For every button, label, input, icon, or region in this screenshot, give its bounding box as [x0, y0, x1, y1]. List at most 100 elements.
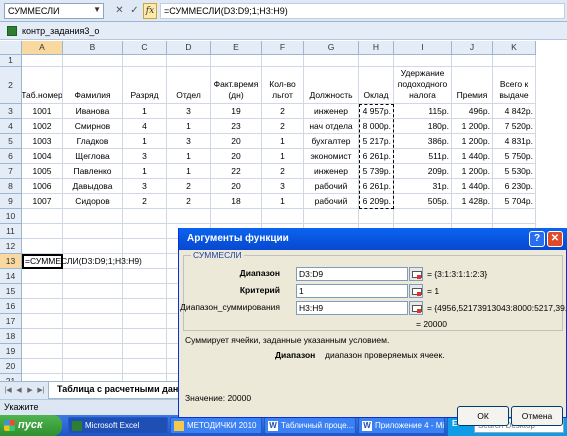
- cell-a18[interactable]: [22, 329, 63, 344]
- cell-a17[interactable]: [22, 314, 63, 329]
- cell-a11[interactable]: [22, 224, 63, 239]
- cell-b21[interactable]: [63, 374, 123, 381]
- table-header-cell[interactable]: Должность: [304, 67, 359, 104]
- table-cell[interactable]: 1: [167, 119, 211, 134]
- first-sheet-icon[interactable]: |◀: [3, 385, 13, 397]
- table-header-cell[interactable]: Фамилия: [63, 67, 123, 104]
- cell-c1[interactable]: [123, 55, 167, 67]
- table-cell[interactable]: бухгалтер: [304, 134, 359, 149]
- row-header-8[interactable]: 8: [0, 179, 22, 194]
- table-cell[interactable]: 1003: [22, 134, 63, 149]
- cell-k1[interactable]: [493, 55, 536, 67]
- cell-b14[interactable]: [63, 269, 123, 284]
- table-cell[interactable]: 1007: [22, 194, 63, 209]
- cell-g10[interactable]: [304, 209, 359, 224]
- row-header-13[interactable]: 13: [0, 254, 22, 269]
- column-header-e[interactable]: E: [211, 41, 262, 55]
- cell-a16[interactable]: [22, 299, 63, 314]
- cell-e10[interactable]: [211, 209, 262, 224]
- cell-a19[interactable]: [22, 344, 63, 359]
- table-cell[interactable]: 1006: [22, 179, 63, 194]
- table-header-cell[interactable]: Премия: [452, 67, 493, 104]
- table-cell[interactable]: 1 200р.: [452, 119, 493, 134]
- table-cell[interactable]: 511р.: [394, 149, 452, 164]
- table-cell[interactable]: 2: [262, 119, 304, 134]
- table-cell[interactable]: 5 739р.: [359, 164, 394, 179]
- table-cell[interactable]: 4: [123, 119, 167, 134]
- table-cell[interactable]: 1: [262, 149, 304, 164]
- table-cell[interactable]: 2: [167, 179, 211, 194]
- cell-c12[interactable]: [123, 239, 167, 254]
- table-cell[interactable]: 1: [123, 164, 167, 179]
- cell-a1[interactable]: [22, 55, 63, 67]
- taskbar-item-word-1[interactable]: W Табличный проце...: [264, 417, 356, 434]
- cell-b11[interactable]: [63, 224, 123, 239]
- close-icon[interactable]: ✕: [547, 231, 563, 247]
- cell-c20[interactable]: [123, 359, 167, 374]
- table-cell[interactable]: 5 530р.: [493, 164, 536, 179]
- column-header-g[interactable]: G: [304, 41, 359, 55]
- table-cell[interactable]: 115р.: [394, 104, 452, 119]
- table-cell[interactable]: 1 200р.: [452, 164, 493, 179]
- next-sheet-icon[interactable]: ▶: [25, 385, 35, 397]
- cell-c11[interactable]: [123, 224, 167, 239]
- table-cell[interactable]: 5 750р.: [493, 149, 536, 164]
- table-cell[interactable]: 180р.: [394, 119, 452, 134]
- cell-a21[interactable]: [22, 374, 63, 381]
- table-cell[interactable]: 1: [167, 164, 211, 179]
- row-header-18[interactable]: 18: [0, 329, 22, 344]
- row-header-7[interactable]: 7: [0, 164, 22, 179]
- dialog-title[interactable]: Аргументы функции: [179, 228, 567, 250]
- table-cell[interactable]: 4 957р.: [359, 104, 394, 119]
- cell-c16[interactable]: [123, 299, 167, 314]
- table-header-cell[interactable]: Оклад: [359, 67, 394, 104]
- taskbar-item-excel[interactable]: Microsoft Excel: [68, 417, 168, 434]
- ok-button[interactable]: ОК: [457, 406, 509, 426]
- row-header-3[interactable]: 3: [0, 104, 22, 119]
- table-cell[interactable]: нач отдела: [304, 119, 359, 134]
- table-cell[interactable]: 1005: [22, 164, 63, 179]
- help-icon[interactable]: ?: [529, 231, 545, 247]
- table-cell[interactable]: 2: [167, 194, 211, 209]
- table-cell[interactable]: 1 200р.: [452, 134, 493, 149]
- table-cell[interactable]: 2: [123, 194, 167, 209]
- taskbar-item-word-2[interactable]: W Приложение 4 - Mi...: [358, 417, 445, 434]
- table-cell[interactable]: 8 000р.: [359, 119, 394, 134]
- table-cell[interactable]: 20: [211, 179, 262, 194]
- table-cell[interactable]: 6 209р.: [359, 194, 394, 209]
- arg-input-range[interactable]: [296, 267, 408, 281]
- cell-c18[interactable]: [123, 329, 167, 344]
- insert-function-button[interactable]: fx: [143, 3, 157, 19]
- table-cell[interactable]: 1002: [22, 119, 63, 134]
- row-header-14[interactable]: 14: [0, 269, 22, 284]
- table-cell[interactable]: 7 520р.: [493, 119, 536, 134]
- table-cell[interactable]: 1 440р.: [452, 149, 493, 164]
- table-cell[interactable]: 18: [211, 194, 262, 209]
- row-header-11[interactable]: 11: [0, 224, 22, 239]
- row-header-5[interactable]: 5: [0, 134, 22, 149]
- table-cell[interactable]: 19: [211, 104, 262, 119]
- table-cell[interactable]: 23: [211, 119, 262, 134]
- table-cell[interactable]: 6 261р.: [359, 149, 394, 164]
- table-cell[interactable]: 209р.: [394, 164, 452, 179]
- table-cell[interactable]: 6 230р.: [493, 179, 536, 194]
- table-cell[interactable]: 1001: [22, 104, 63, 119]
- cell-a10[interactable]: [22, 209, 63, 224]
- row-header-12[interactable]: 12: [0, 239, 22, 254]
- cell-g1[interactable]: [304, 55, 359, 67]
- table-cell[interactable]: Давыдова: [63, 179, 123, 194]
- table-cell[interactable]: рабочий: [304, 194, 359, 209]
- cell-b19[interactable]: [63, 344, 123, 359]
- cell-j10[interactable]: [452, 209, 493, 224]
- table-cell[interactable]: Сидоров: [63, 194, 123, 209]
- table-header-cell[interactable]: Разряд: [123, 67, 167, 104]
- table-cell[interactable]: 20: [211, 134, 262, 149]
- cell-h1[interactable]: [359, 55, 394, 67]
- table-cell[interactable]: экономист: [304, 149, 359, 164]
- row-header-4[interactable]: 4: [0, 119, 22, 134]
- arg-input-sum-range[interactable]: [296, 301, 408, 315]
- table-cell[interactable]: 2: [262, 104, 304, 119]
- cancel-x-icon[interactable]: ✕: [113, 4, 126, 18]
- cell-a20[interactable]: [22, 359, 63, 374]
- column-header-c[interactable]: C: [123, 41, 167, 55]
